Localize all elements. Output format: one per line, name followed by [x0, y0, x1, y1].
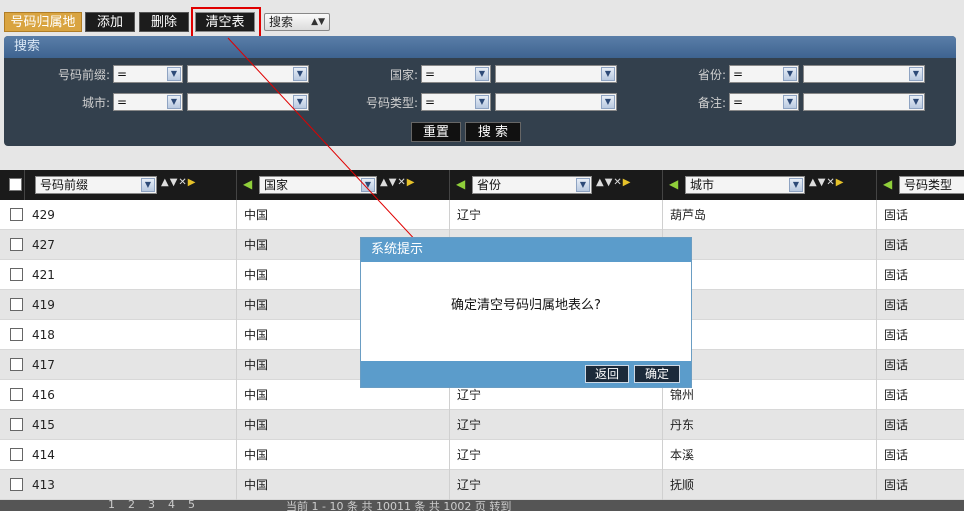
dialog-title[interactable]: 系统提示 — [361, 238, 691, 262]
dialog-footer: 返回 确定 — [361, 361, 691, 387]
confirm-button[interactable]: 确定 — [634, 365, 680, 383]
confirm-dialog: 系统提示 确定清空号码归属地表么? 返回 确定 — [360, 237, 692, 388]
dialog-message: 确定清空号码归属地表么? — [451, 298, 601, 313]
back-button[interactable]: 返回 — [585, 365, 629, 383]
